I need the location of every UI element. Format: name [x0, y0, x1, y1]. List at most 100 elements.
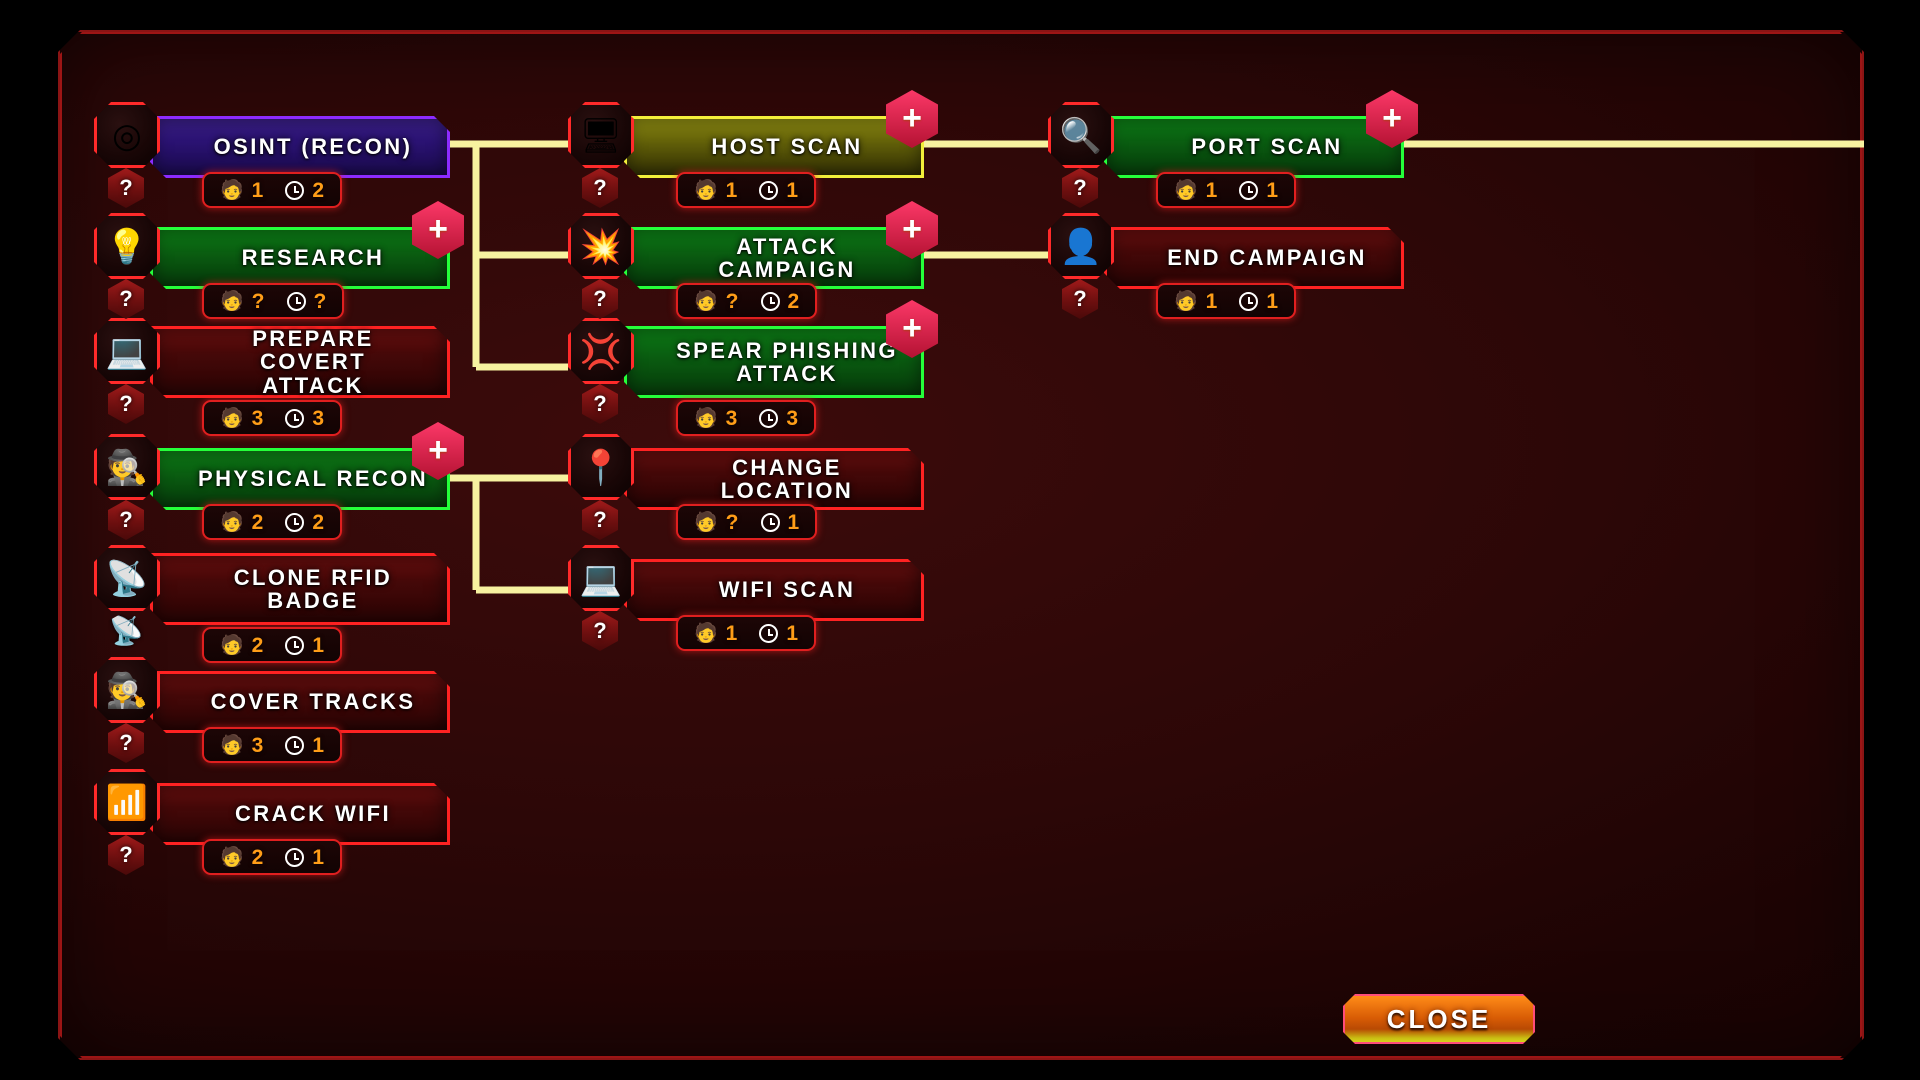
operatives-value-clone-rfid: 2 — [251, 633, 264, 657]
time-value-research: ? — [313, 289, 327, 313]
plus-icon: + — [428, 210, 448, 249]
action-label-crack-wifi: CRACK WIFI — [235, 801, 391, 827]
operatives-value-osint: 1 — [251, 178, 264, 202]
action-card-port-scan[interactable]: PORT SCAN — [1104, 116, 1404, 178]
action-label-host-scan: HOST SCAN — [711, 134, 863, 160]
stats-pill-change-location: 🧑? 1 — [676, 504, 817, 540]
clock-icon — [285, 848, 304, 867]
stats-pill-host-scan: 🧑 1 1 — [676, 172, 816, 208]
rfid-cloner-icon: 📡 — [94, 545, 160, 611]
plus-icon: + — [428, 431, 448, 470]
action-card-osint[interactable]: OSINT (RECON) — [150, 116, 450, 178]
time-value-cover-tracks: 1 — [312, 733, 325, 757]
locked-hex-badge-attack-campaign: ? — [582, 279, 618, 319]
stats-pill-clone-rfid: 🧑 2 1 — [202, 627, 342, 663]
operatives-value-physical-recon: 2 — [251, 510, 264, 534]
action-card-change-location[interactable]: CHANGE LOCATION — [624, 448, 924, 510]
plus-icon: + — [902, 309, 922, 348]
action-card-host-scan[interactable]: HOST SCAN — [624, 116, 924, 178]
action-card-research[interactable]: RESEARCH — [150, 227, 450, 289]
locked-hex-badge-crack-wifi: ? — [108, 835, 144, 875]
stats-pill-osint: 🧑 1 2 — [202, 172, 342, 208]
stats-pill-cover-tracks: 🧑 3 1 — [202, 727, 342, 763]
clock-icon — [285, 181, 304, 200]
locked-hex-badge-physical-recon: ? — [108, 500, 144, 540]
locked-hex-badge-change-location: ? — [582, 500, 618, 540]
action-card-physical-recon[interactable]: PHYSICAL RECON — [150, 448, 450, 510]
stats-pill-crack-wifi: 🧑 2 1 — [202, 839, 342, 875]
action-label-cover-tracks: COVER TRACKS — [210, 689, 416, 715]
stats-pill-port-scan: 🧑 1 1 — [1156, 172, 1296, 208]
close-button-label: CLOSE — [1386, 1003, 1492, 1034]
router-crack-icon: 📶 — [94, 769, 160, 835]
hacker-avatar-icon: 🧑 — [220, 846, 244, 868]
plus-icon: + — [1382, 99, 1402, 138]
plus-icon: + — [902, 99, 922, 138]
close-button[interactable]: CLOSE — [1343, 994, 1535, 1044]
locked-hex-badge-end-campaign: ? — [1062, 279, 1098, 319]
laptop-wifi-icon: 💻 — [568, 545, 634, 611]
action-card-attack-campaign[interactable]: ATTACK CAMPAIGN — [624, 227, 924, 289]
time-value-port-scan: 1 — [1266, 178, 1279, 202]
disguise-hat-glasses-icon: 🕵 — [94, 434, 160, 500]
clock-icon — [759, 181, 778, 200]
hacker-avatar-icon: 🧑 — [694, 179, 718, 201]
hacker-avatar-icon: 🧑 — [694, 407, 718, 429]
stats-pill-spear-phishing: 🧑 3 3 — [676, 400, 816, 436]
plus-icon: + — [902, 210, 922, 249]
operatives-value-attack-campaign: ? — [725, 289, 739, 313]
stats-pill-physical-recon: 🧑 2 2 — [202, 504, 342, 540]
campaign-burst-icon: 💥 — [568, 213, 634, 279]
operatives-value-prepare-covert: 3 — [251, 406, 264, 430]
clock-icon — [759, 624, 778, 643]
operatives-value-spear-phishing: 3 — [725, 406, 738, 430]
action-label-physical-recon: PHYSICAL RECON — [198, 466, 428, 492]
action-label-change-location: CHANGE LOCATION — [720, 454, 854, 503]
clock-icon — [759, 409, 778, 428]
time-value-crack-wifi: 1 — [312, 845, 325, 869]
action-card-cover-tracks[interactable]: COVER TRACKS — [150, 671, 450, 733]
hacker-avatar-icon: 🧑 — [220, 634, 244, 656]
locked-hex-badge-wifi-scan: ? — [582, 611, 618, 651]
locked-hex-badge-research: ? — [108, 279, 144, 319]
action-card-wifi-scan[interactable]: WIFI SCAN — [624, 559, 924, 621]
monitor-question-icon: 🖥 — [568, 102, 634, 168]
shield-magnifier-icon: 🔍 — [1048, 102, 1114, 168]
action-card-spear-phishing[interactable]: SPEAR PHISHING ATTACK — [624, 326, 924, 398]
action-card-clone-rfid[interactable]: CLONE RFID BADGE — [150, 553, 450, 625]
action-label-wifi-scan: WIFI SCAN — [718, 577, 856, 603]
action-card-prepare-covert[interactable]: PREPARE COVERT ATTACK — [150, 326, 450, 398]
time-value-host-scan: 1 — [786, 178, 799, 202]
operatives-value-host-scan: 1 — [725, 178, 738, 202]
clock-icon — [1239, 181, 1258, 200]
time-value-end-campaign: 1 — [1266, 289, 1279, 313]
clock-icon — [761, 513, 780, 532]
operatives-value-cover-tracks: 3 — [251, 733, 264, 757]
operatives-value-port-scan: 1 — [1205, 178, 1218, 202]
clock-icon — [1239, 292, 1258, 311]
action-label-prepare-covert: PREPARE COVERT ATTACK — [252, 326, 374, 398]
action-card-end-campaign[interactable]: END CAMPAIGN — [1104, 227, 1404, 289]
hacker-avatar-icon: 🧑 — [220, 734, 244, 756]
clock-icon — [285, 513, 304, 532]
operatives-value-wifi-scan: 1 — [725, 621, 738, 645]
hacker-avatar-icon: 🧑 — [220, 179, 244, 201]
clock-icon — [761, 292, 780, 311]
hacker-avatar-icon: 🧑 — [1174, 290, 1198, 312]
clock-icon — [285, 409, 304, 428]
operatives-value-crack-wifi: 2 — [251, 845, 264, 869]
time-value-clone-rfid: 1 — [312, 633, 325, 657]
operatives-value-end-campaign: 1 — [1205, 289, 1218, 313]
stats-pill-end-campaign: 🧑 1 1 — [1156, 283, 1296, 319]
locked-hex-badge-port-scan: ? — [1062, 168, 1098, 208]
action-card-crack-wifi[interactable]: CRACK WIFI — [150, 783, 450, 845]
crosshair-target-icon: ◎ — [94, 102, 160, 168]
stats-pill-prepare-covert: 🧑 3 3 — [202, 400, 342, 436]
action-label-osint: OSINT (RECON) — [213, 134, 413, 160]
clock-icon — [287, 292, 306, 311]
hacker-avatar-icon: 🧑 — [220, 290, 244, 312]
operatives-value-research: ? — [251, 289, 265, 313]
action-tree-panel: OSINT (RECON) ◎? 🧑 1 2 RESEARCH 💡? + 🧑?? PREPARE … — [58, 30, 1864, 1060]
person-downtrend-icon: 👤 — [1048, 213, 1114, 279]
hacker-avatar-icon: 🧑 — [694, 622, 718, 644]
